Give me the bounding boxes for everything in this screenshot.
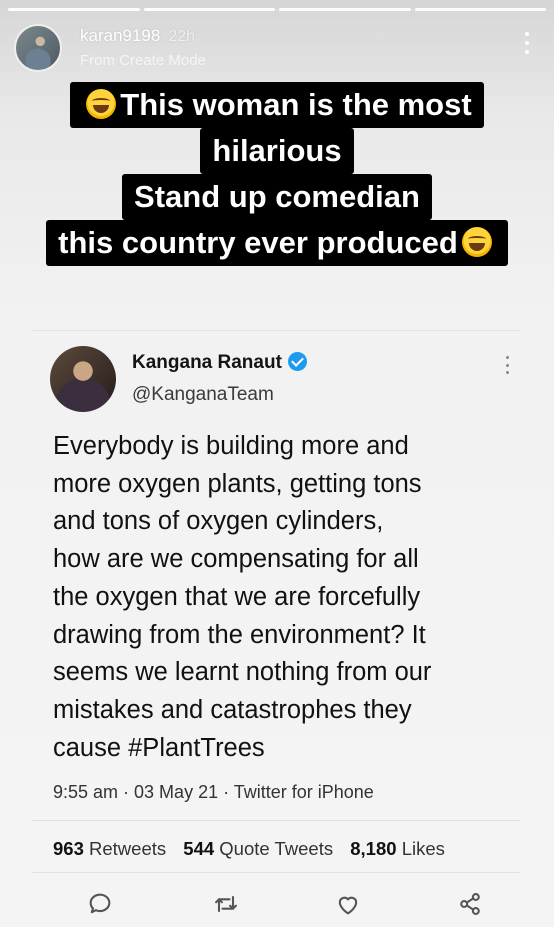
story-time: 22h: [168, 28, 196, 45]
story-subtitle: From Create Mode: [80, 52, 206, 69]
retweet-icon[interactable]: [212, 890, 240, 918]
rofl-emoji-icon: [86, 89, 117, 119]
reply-icon[interactable]: [86, 890, 114, 918]
tweet-text-line: more oxygen plants, getting tons: [53, 469, 422, 498]
story-progress-segment: [279, 8, 411, 11]
caption-line-3: Stand up comedian: [122, 174, 432, 220]
tweet-timestamp[interactable]: 9:55 am · 03 May 21 · Twitter for iPhone: [53, 782, 374, 803]
tweet-more-button[interactable]: [504, 356, 510, 374]
share-icon[interactable]: [456, 890, 484, 918]
story-more-button[interactable]: [522, 32, 532, 54]
tweet-meta-divider: [32, 820, 520, 821]
story-header: karan9198 22h From Create Mode: [14, 22, 540, 72]
caption-line-4: this country ever produced: [46, 220, 508, 266]
tweet-text-line: how are we compensating for all: [53, 545, 419, 574]
tweet-text-line: the oxygen that we are forcefully: [53, 582, 421, 611]
caption-line-1: This woman is the most: [70, 82, 484, 128]
tweet-avatar[interactable]: [50, 346, 116, 412]
tweet-text-line: and tons of oxygen cylinders,: [53, 507, 384, 536]
story-progress-segment: [414, 8, 546, 11]
story-avatar[interactable]: [14, 24, 62, 72]
tweet-stats-divider: [32, 872, 520, 873]
tweet-text-line: drawing from the environment? It: [53, 620, 426, 649]
verified-badge-icon: [287, 352, 307, 371]
story-caption: This woman is the most hilarious Stand u…: [0, 82, 554, 266]
tweet-stats: 963 Retweets 544 Quote Tweets 8,180 Like…: [53, 838, 457, 860]
story-progress-segment: [8, 8, 140, 11]
like-icon[interactable]: [334, 890, 362, 918]
tweet-author-name-row[interactable]: Kangana Ranaut: [132, 352, 307, 374]
more-dots-icon: [525, 32, 529, 36]
tweet-actions: [32, 890, 520, 920]
story-username-row[interactable]: karan9198 22h: [80, 26, 195, 46]
laughing-emoji-icon: [461, 227, 492, 257]
tweet-text-line: seems we learnt nothing from our: [53, 658, 432, 687]
tweet-top-divider: [32, 330, 520, 331]
likes-stat[interactable]: 8,180 Likes: [350, 838, 445, 859]
tweet-author-name[interactable]: Kangana Ranaut: [132, 352, 282, 373]
story-username[interactable]: karan9198: [80, 26, 160, 45]
more-dots-icon: [505, 356, 509, 359]
tweet-text: Everybody is building more and more oxyg…: [53, 428, 523, 767]
story-progress-bar: [8, 8, 546, 11]
tweet-card[interactable]: Kangana Ranaut @KanganaTeam Everybody is…: [32, 330, 520, 927]
caption-line-2: hilarious: [200, 128, 354, 174]
quote-tweets-stat[interactable]: 544 Quote Tweets: [183, 838, 333, 859]
tweet-text-line: Everybody is building more and: [53, 432, 409, 460]
tweet-text-line: mistakes and catastrophes they: [53, 695, 412, 724]
story-progress-segment: [143, 8, 275, 11]
retweets-stat[interactable]: 963 Retweets: [53, 838, 166, 859]
tweet-handle[interactable]: @KanganaTeam: [132, 384, 274, 406]
tweet-text-line: cause #PlantTrees: [53, 733, 265, 762]
